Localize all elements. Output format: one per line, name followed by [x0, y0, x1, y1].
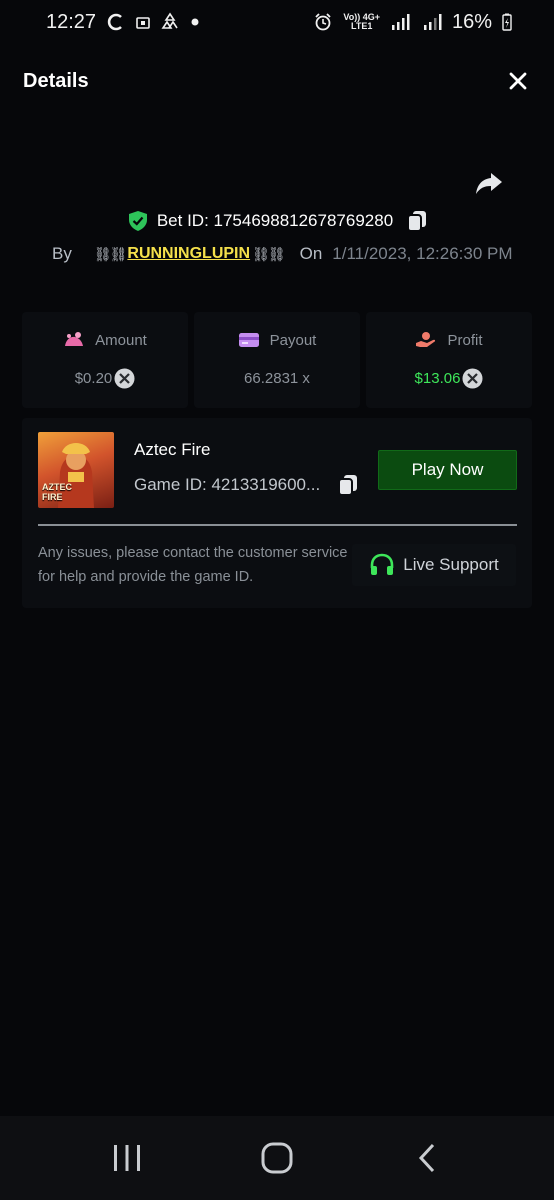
status-time: 12:27: [46, 10, 97, 33]
copy-game-id-button[interactable]: [338, 474, 358, 496]
x-circle-icon: [114, 368, 135, 389]
dot-icon: [190, 17, 200, 27]
x-circle-icon: [462, 368, 483, 389]
battery-icon: [502, 13, 512, 31]
username-link[interactable]: RUNNINGLUPIN: [127, 245, 250, 263]
support-text: Any issues, please contact the customer …: [38, 545, 348, 585]
signal-2-icon: [422, 13, 442, 31]
game-thumbnail[interactable]: AZTEC FIRE: [38, 432, 114, 508]
home-button[interactable]: [247, 1128, 307, 1188]
share-icon: [476, 173, 502, 194]
headset-icon: [370, 553, 394, 575]
profit-label: Profit: [447, 331, 483, 349]
game-id-row: Game ID: 4213319600...: [134, 474, 358, 496]
page-title: Details: [23, 69, 89, 92]
amount-stat: Amount $0.20: [22, 312, 188, 408]
copy-bet-id-button[interactable]: [407, 210, 427, 232]
bet-id-row: Bet ID: 1754698812678769280: [0, 206, 554, 236]
on-label: On: [299, 244, 323, 263]
bet-stats: Amount $0.20 Payout 66.2831 x Profit $13…: [22, 312, 532, 408]
game-name: Aztec Fire: [134, 440, 211, 459]
live-support-label: Live Support: [403, 555, 499, 574]
system-nav-bar: [0, 1116, 554, 1200]
payout-stat: Payout 66.2831 x: [194, 312, 360, 408]
chain-left-icon: ⛓⛓: [93, 245, 128, 262]
shield-check-icon: [128, 211, 147, 231]
close-button[interactable]: [504, 67, 532, 95]
signal-icon: [390, 13, 412, 31]
recents-icon: [114, 1145, 140, 1171]
network-indicator: Vo)) 4G+ LTE1: [343, 12, 380, 31]
battery-percent: 16%: [451, 10, 492, 33]
store-icon: [136, 15, 150, 29]
share-button[interactable]: [474, 168, 504, 198]
amount-label: Amount: [95, 331, 147, 349]
amount-icon: [65, 332, 84, 346]
screen: 12:27 Vo)) 4G+ LTE1 16% Details Bet ID: …: [0, 0, 554, 1200]
recents-button[interactable]: [97, 1128, 157, 1188]
thumb-title-line2: FIRE: [42, 492, 63, 502]
bet-author-row: By ⛓⛓ RUNNINGLUPIN ⛓⛓ On 1/11/2023, 12:2…: [52, 240, 513, 268]
profit-stat: Profit $13.06: [366, 312, 532, 408]
bet-id: Bet ID: 1754698812678769280: [156, 211, 394, 230]
close-icon: [509, 72, 527, 90]
recycle-icon: [160, 12, 180, 32]
game-card: AZTEC FIRE Aztec Fire Game ID: 421331960…: [22, 418, 532, 608]
payout-value: 66.2831 x: [244, 369, 310, 387]
payout-card-icon: [238, 333, 259, 347]
play-now-button[interactable]: Play Now: [378, 450, 517, 490]
profit-hand-icon: [416, 332, 436, 347]
status-bar: 12:27 Vo)) 4G+ LTE1 16%: [0, 0, 554, 44]
copy-icon: [338, 475, 358, 496]
back-button[interactable]: [397, 1128, 457, 1188]
sync-icon: [106, 12, 126, 32]
back-icon: [418, 1143, 435, 1173]
alarm-icon: [313, 12, 333, 32]
details-header: Details: [0, 52, 554, 110]
amount-value: $0.20: [74, 369, 113, 387]
game-id: Game ID: 4213319600...: [134, 475, 321, 494]
copy-icon: [407, 211, 427, 232]
by-label: By: [52, 244, 72, 263]
live-support-button[interactable]: Live Support: [352, 544, 516, 586]
chain-right-icon: ⛓⛓: [252, 245, 286, 262]
thumb-title-line1: AZTEC: [42, 482, 72, 492]
bet-date: 1/11/2023, 12:26:30 PM: [332, 244, 513, 263]
divider: [38, 524, 517, 526]
home-icon: [261, 1142, 293, 1174]
profit-value: $13.06: [414, 369, 461, 387]
payout-label: Payout: [269, 331, 317, 349]
